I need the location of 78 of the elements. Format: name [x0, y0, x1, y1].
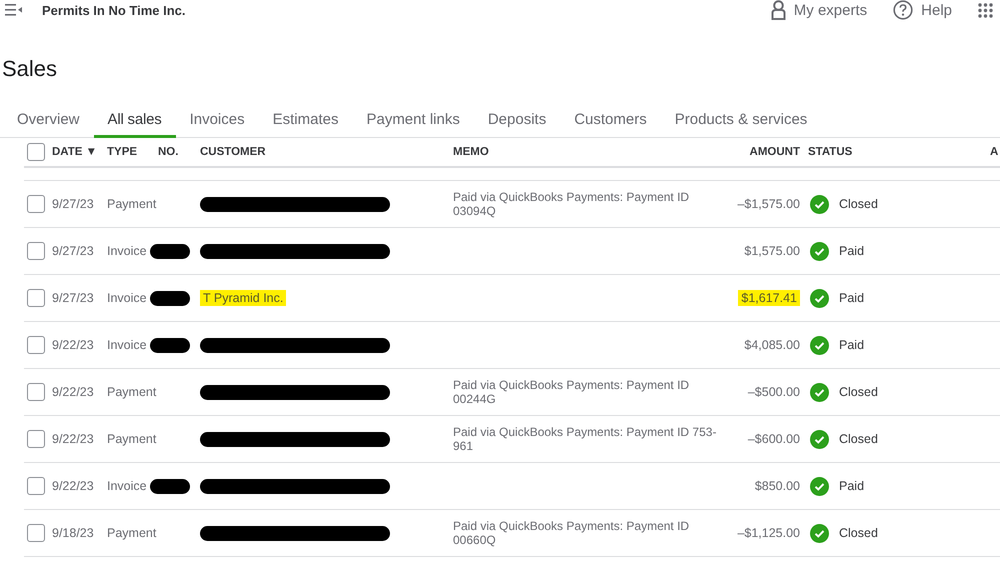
row-checkbox[interactable] [27, 524, 45, 542]
type-cell-text: Payment [107, 432, 158, 446]
date-cell-text: 9/22/23 [52, 338, 95, 352]
check-circle-icon [810, 194, 829, 214]
amount-cell: –$1,575.00 [737, 197, 800, 211]
row-checkbox[interactable] [27, 477, 45, 495]
row-checkbox[interactable] [27, 195, 45, 213]
status-cell: Closed [839, 432, 878, 446]
date-cell-text: 9/22/23 [52, 385, 95, 399]
status-cell: Closed [839, 526, 878, 540]
tab[interactable]: Estimates [258, 106, 352, 138]
check-circle-icon [810, 524, 829, 542]
column-header[interactable]: STATUS [800, 146, 852, 158]
status-cell: Closed [839, 385, 878, 399]
date-cell-text: 9/27/23 [52, 197, 95, 211]
memo-cell-text: Paid via QuickBooks Payments: Payment ID 03094Q [453, 190, 690, 218]
select-all-checkbox[interactable] [27, 143, 45, 161]
apps-grid-icon[interactable] [978, 2, 993, 18]
amount-cell: –$1,125.00 [737, 526, 800, 540]
experts-link[interactable]: My experts [770, 0, 868, 20]
type-cell-text: Invoice [107, 479, 148, 493]
status-cell: Paid [839, 338, 864, 352]
column-header[interactable]: A [990, 146, 998, 158]
type-cell-text: Invoice [107, 291, 148, 305]
status-cell: Paid [839, 479, 864, 493]
date-cell-text: 9/18/23 [52, 526, 95, 540]
status-cell: Closed [839, 197, 878, 211]
amount-cell: $1,575.00 [744, 244, 800, 258]
customer-cell: T Pyramid Inc. [200, 290, 286, 306]
amount-cell: $850.00 [754, 479, 800, 493]
date-cell-text: 9/22/23 [52, 432, 95, 446]
column-header[interactable]: CUSTOMER [200, 146, 453, 158]
row-checkbox[interactable] [27, 430, 45, 448]
type-cell-text: Invoice [107, 244, 148, 258]
tab[interactable]: Customers [560, 106, 661, 138]
column-header[interactable]: AMOUNT [743, 146, 800, 158]
column-header[interactable]: NO. [158, 146, 200, 158]
date-cell-text: 9/27/23 [52, 244, 95, 258]
type-cell-text: Payment [107, 526, 158, 540]
status-cell: Paid [839, 244, 864, 258]
memo-cell-text: Paid via QuickBooks Payments: Payment ID 00244G [453, 378, 690, 406]
tab[interactable]: All sales [94, 106, 176, 138]
tab[interactable]: Deposits [474, 106, 560, 138]
amount-cell: $4,085.00 [744, 338, 800, 352]
person-icon [770, 0, 786, 20]
help-icon [893, 0, 914, 20]
amount-cell: –$500.00 [748, 385, 800, 399]
check-circle-icon [810, 430, 829, 448]
row-checkbox[interactable] [27, 336, 45, 354]
row-checkbox[interactable] [27, 383, 45, 401]
help-link[interactable]: Help [893, 0, 952, 20]
type-cell-text: Invoice [107, 338, 148, 352]
date-cell-text: 9/22/23 [52, 479, 95, 493]
column-header[interactable]: MEMO [453, 146, 743, 158]
tab[interactable]: Payment links [352, 106, 474, 138]
check-circle-icon [810, 242, 829, 260]
type-cell-text: Payment [107, 385, 158, 399]
check-circle-icon [810, 288, 829, 308]
column-header[interactable]: DATE ▼ [52, 146, 107, 158]
column-header[interactable]: TYPE [107, 146, 158, 158]
check-circle-icon [810, 382, 829, 402]
tab[interactable]: Invoices [176, 106, 259, 138]
tab[interactable]: Overview [3, 106, 94, 138]
status-cell: Paid [839, 291, 864, 305]
type-cell-text: Payment [107, 197, 158, 211]
amount-cell: –$600.00 [748, 432, 800, 446]
row-checkbox[interactable] [27, 289, 45, 307]
amount-cell: $1,617.41 [738, 290, 800, 306]
tab[interactable]: Products & services [660, 106, 822, 138]
company-name: Permits In No Time Inc. [42, 2, 186, 18]
check-circle-icon [810, 336, 829, 354]
memo-cell-text: Paid via QuickBooks Payments: Payment ID 753-961 [453, 425, 718, 453]
memo-cell-text: Paid via QuickBooks Payments: Payment ID 00660Q [453, 519, 690, 547]
check-circle-icon [810, 476, 829, 496]
menu-icon[interactable] [5, 4, 22, 16]
row-checkbox[interactable] [27, 242, 45, 260]
date-cell-text: 9/27/23 [52, 291, 95, 305]
page-title: Sales [2, 56, 58, 83]
